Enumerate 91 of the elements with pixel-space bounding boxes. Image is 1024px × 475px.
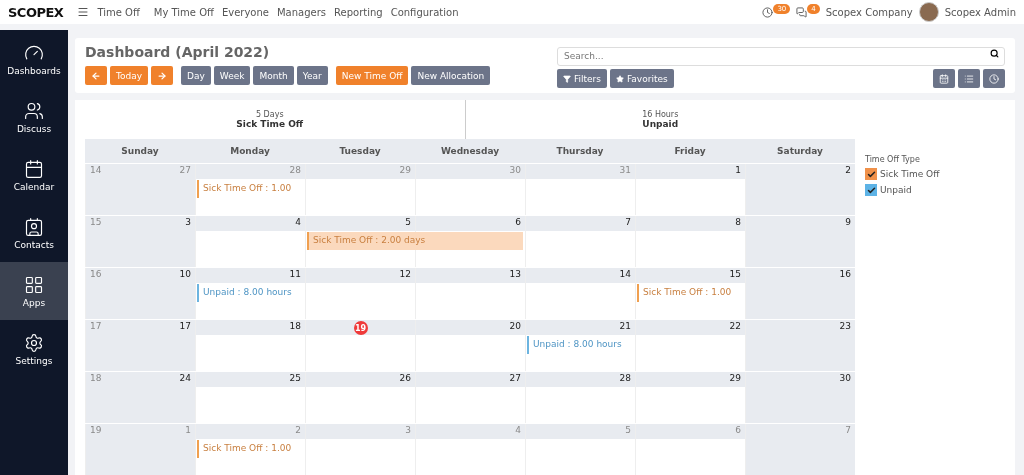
day-number[interactable]: 4 <box>295 217 301 266</box>
sidebar-item[interactable]: Discuss <box>0 88 68 146</box>
day-number[interactable]: 8 <box>735 217 741 266</box>
calendar-icon <box>939 73 949 84</box>
scale-button[interactable]: Day <box>181 66 211 85</box>
people-icon <box>24 100 44 121</box>
sidebar-item[interactable]: Contacts <box>0 204 68 262</box>
app-title[interactable]: Time Off <box>97 6 140 18</box>
filter-icon <box>563 74 571 83</box>
weekday-header: Friday <box>673 146 707 156</box>
logo[interactable]: SCOPEX <box>8 4 64 20</box>
sidebar-item[interactable]: Apps <box>0 262 68 320</box>
menu-item[interactable]: My Time Off <box>153 6 214 18</box>
day-number[interactable]: 29 <box>729 373 741 422</box>
day-number[interactable]: 7 <box>625 217 631 266</box>
grid-icon <box>24 274 44 295</box>
star-icon <box>616 74 624 83</box>
favorites-button[interactable]: Favorites <box>610 69 674 88</box>
activity-view-button[interactable] <box>983 69 1005 88</box>
menu-item[interactable]: Managers <box>277 6 327 18</box>
week-number: 14 <box>90 165 102 177</box>
menu-item[interactable]: Everyone <box>221 6 269 18</box>
week-number: 18 <box>90 373 102 385</box>
user-name[interactable]: Scopex Admin <box>944 6 1016 18</box>
day-number[interactable]: 2 <box>845 165 851 214</box>
right-arrow-icon <box>157 70 168 81</box>
day-number[interactable]: 20 <box>509 321 521 370</box>
weekday-header: Sunday <box>120 146 160 156</box>
day-number[interactable]: 13 <box>509 269 521 318</box>
contact-book-icon <box>24 216 44 237</box>
scale-button[interactable]: Week <box>213 66 251 85</box>
day-number[interactable]: 27 <box>509 373 521 422</box>
day-number[interactable]: 24 <box>179 373 191 422</box>
day-number[interactable]: 26 <box>399 373 411 422</box>
weekday-header: Saturday <box>776 146 824 156</box>
day-number[interactable]: 1 <box>735 165 741 214</box>
day-number[interactable]: 25 <box>289 373 301 422</box>
day-number[interactable]: 14 <box>619 269 631 318</box>
search-field[interactable]: Search... <box>557 46 1005 66</box>
scale-button[interactable]: Year <box>296 66 328 85</box>
day-number[interactable]: 30 <box>839 373 851 422</box>
scale-button[interactable]: Month <box>253 66 294 85</box>
day-number[interactable]: 18 <box>289 321 301 370</box>
clock-icon[interactable] <box>762 6 774 18</box>
weekday-header: Monday <box>229 146 271 156</box>
day-number[interactable]: 3 <box>185 217 191 266</box>
sidebar-item[interactable]: Settings <box>0 320 68 378</box>
calendar-icon <box>24 158 44 179</box>
week-number: 17 <box>90 321 102 333</box>
avatar[interactable] <box>918 2 939 22</box>
day-number[interactable]: 17 <box>179 321 191 370</box>
week-number: 19 <box>90 425 102 437</box>
action-button[interactable]: New Allocation <box>411 66 491 85</box>
weekday-header: Tuesday <box>338 146 382 156</box>
summary-type: Unpaid <box>642 119 679 129</box>
sidebar-item[interactable]: Dashboards <box>0 30 68 88</box>
today-date[interactable]: 19 <box>353 321 368 335</box>
week-number: 16 <box>90 269 102 281</box>
company-name[interactable]: Scopex Company <box>825 6 913 18</box>
next-button[interactable] <box>151 66 174 85</box>
summary-amount: 16 Hours <box>642 110 679 119</box>
search-icon[interactable] <box>990 49 999 58</box>
menu-item[interactable]: Reporting <box>334 6 383 18</box>
day-number[interactable]: 9 <box>845 217 851 266</box>
legend-title: Time Off Type <box>865 155 921 164</box>
weekday-header: Thursday <box>555 146 605 156</box>
day-number[interactable]: 28 <box>619 373 631 422</box>
week-number: 15 <box>90 217 102 229</box>
settings-icon <box>24 332 44 353</box>
summary-type: Sick Time Off <box>236 119 304 129</box>
calendar-view-button[interactable] <box>933 69 955 88</box>
summary-amount: 5 Days <box>255 110 284 119</box>
day-number[interactable]: 12 <box>399 269 411 318</box>
left-arrow-icon <box>91 70 101 81</box>
chat-icon[interactable] <box>796 6 808 18</box>
list-icon <box>964 73 974 84</box>
filters-button[interactable]: Filters <box>557 69 607 88</box>
weekday-header: Wednesday <box>439 146 501 156</box>
legend-checkbox[interactable] <box>865 168 877 180</box>
menu-icon[interactable] <box>77 6 90 18</box>
day-number[interactable]: 10 <box>179 269 191 318</box>
sidebar-item[interactable]: Calendar <box>0 146 68 204</box>
page-title: Dashboard (April 2022) <box>85 44 271 60</box>
day-number[interactable]: 16 <box>839 269 851 318</box>
legend-checkbox[interactable] <box>865 184 877 196</box>
menu-item[interactable]: Configuration <box>390 6 459 18</box>
day-number[interactable]: 23 <box>839 321 851 370</box>
clock-icon <box>989 73 999 84</box>
day-number[interactable]: 22 <box>729 321 741 370</box>
legend-label: Sick Time Off <box>880 169 940 179</box>
legend-label: Unpaid <box>880 185 912 195</box>
